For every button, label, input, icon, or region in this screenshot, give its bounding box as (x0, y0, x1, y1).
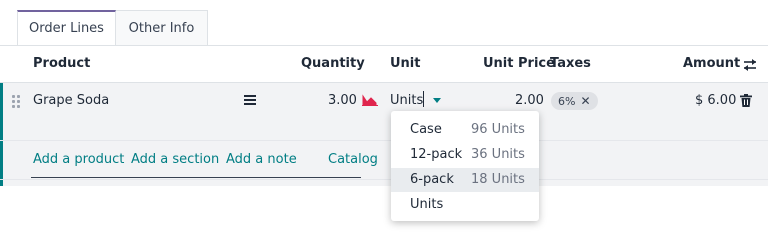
add-note-link[interactable]: Add a note (226, 152, 297, 167)
unit-option-qty: 96 Units (471, 122, 525, 137)
catalog-link[interactable]: Catalog (328, 152, 378, 167)
text-cursor (423, 91, 424, 107)
unit-option-qty: 36 Units (471, 147, 525, 162)
column-unit[interactable]: Unit (390, 56, 420, 71)
product-field[interactable]: Grape Soda (33, 93, 109, 108)
unit-option-case[interactable]: Case 96 Units (391, 118, 539, 142)
tax-badge[interactable]: 6% ✕ (551, 92, 598, 110)
delete-line-icon[interactable] (740, 94, 752, 107)
column-product[interactable]: Product (33, 56, 90, 71)
unit-option-name: 12-pack (410, 147, 463, 162)
amount-value: $ 6.00 (695, 93, 737, 108)
drag-handle-icon[interactable] (12, 95, 22, 109)
tax-badge-label: 6% (558, 94, 576, 108)
notebook-tabs: Order Lines Other Info (0, 0, 768, 46)
column-taxes[interactable]: Taxes (550, 56, 591, 71)
optional-columns-icon[interactable] (742, 58, 758, 72)
quantity-field[interactable]: 3.00 (328, 93, 357, 108)
unit-option-units[interactable]: Units (391, 193, 539, 217)
column-quantity[interactable]: Quantity (301, 56, 365, 71)
unit-option-12-pack[interactable]: 12-pack 36 Units (391, 143, 539, 167)
forecast-chart-icon[interactable] (362, 94, 378, 106)
unit-price-field[interactable]: 2.00 (515, 93, 544, 108)
unit-dropdown-caret-icon[interactable] (433, 98, 441, 103)
unit-dropdown: Case 96 Units 12-pack 36 Units 6-pack 18… (391, 111, 539, 221)
add-line-row: Add a product Add a section Add a note C… (0, 140, 768, 180)
unit-field[interactable]: Units (390, 93, 423, 108)
description-menu-icon[interactable] (244, 94, 256, 106)
add-section-link[interactable]: Add a section (131, 152, 219, 167)
unit-option-name: 6-pack (410, 172, 454, 187)
tab-other-info[interactable]: Other Info (116, 10, 208, 46)
table-header: Product Quantity Unit Unit Price Taxes A… (0, 46, 768, 83)
unit-option-6-pack[interactable]: 6-pack 18 Units (391, 168, 539, 192)
column-amount[interactable]: Amount (683, 56, 740, 71)
remove-tax-icon[interactable]: ✕ (580, 95, 590, 107)
tab-order-lines[interactable]: Order Lines (17, 10, 116, 46)
column-unit-price[interactable]: Unit Price (483, 56, 555, 71)
unit-option-name: Case (410, 122, 442, 137)
unit-option-name: Units (410, 197, 444, 212)
unit-option-qty: 18 Units (471, 172, 525, 187)
add-product-link[interactable]: Add a product (33, 152, 124, 167)
